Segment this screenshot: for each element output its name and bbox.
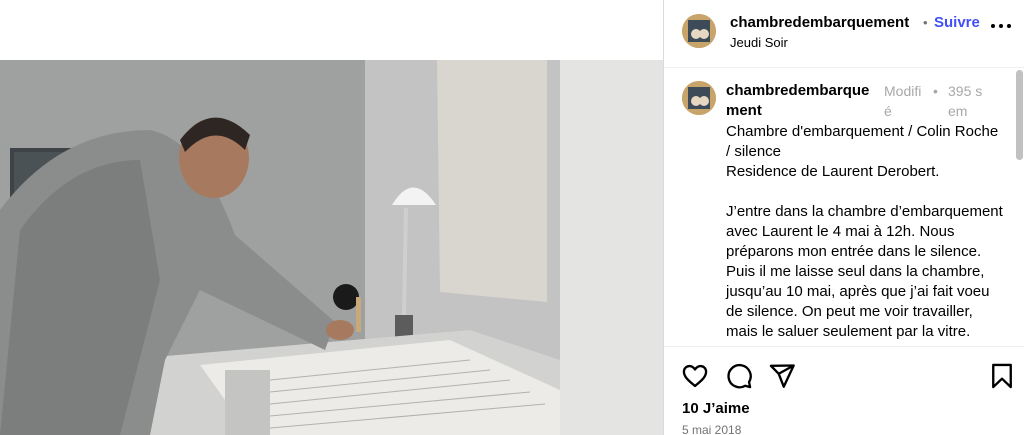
author-username[interactable]: chambredembarquement: [730, 14, 909, 31]
post-header: chambredembarquement • Suivre Jeudi Soir: [664, 0, 1024, 68]
avatar-image: [682, 14, 716, 48]
post-photo[interactable]: [0, 60, 663, 435]
bookmark-icon[interactable]: [988, 362, 1016, 390]
caption-separator: •: [933, 83, 938, 99]
caption-section: chambredembarquement Modifié • 395 sem C…: [664, 69, 1024, 346]
caption-text: Chambre d'embarquement / Colin Roche / s…: [726, 123, 1003, 340]
avatar-image: [682, 81, 716, 115]
header-separator: •: [923, 15, 928, 30]
post-location[interactable]: Jeudi Soir: [730, 35, 788, 50]
likes-count[interactable]: 10 J’aime: [682, 400, 750, 417]
heart-icon[interactable]: [681, 362, 709, 390]
comment-icon[interactable]: [725, 362, 753, 390]
follow-button[interactable]: Suivre: [934, 14, 980, 31]
author-avatar[interactable]: [682, 14, 716, 48]
post-side-panel: chambredembarquement • Suivre Jeudi Soir…: [663, 0, 1024, 435]
post-photo-image: [0, 60, 663, 435]
caption-time-ago[interactable]: 395 sem: [948, 81, 988, 121]
caption-username[interactable]: chambredembarquement: [726, 81, 876, 121]
media-background: [0, 0, 663, 60]
post-date[interactable]: 5 mai 2018: [682, 423, 741, 435]
more-options-icon[interactable]: [991, 21, 1015, 31]
caption-avatar[interactable]: [682, 81, 716, 115]
caption-scrollbar[interactable]: [1016, 70, 1023, 160]
edited-label: Modifié: [884, 83, 922, 119]
post-actions: 10 J’aime 5 mai 2018: [664, 346, 1024, 435]
share-icon[interactable]: [768, 362, 796, 390]
